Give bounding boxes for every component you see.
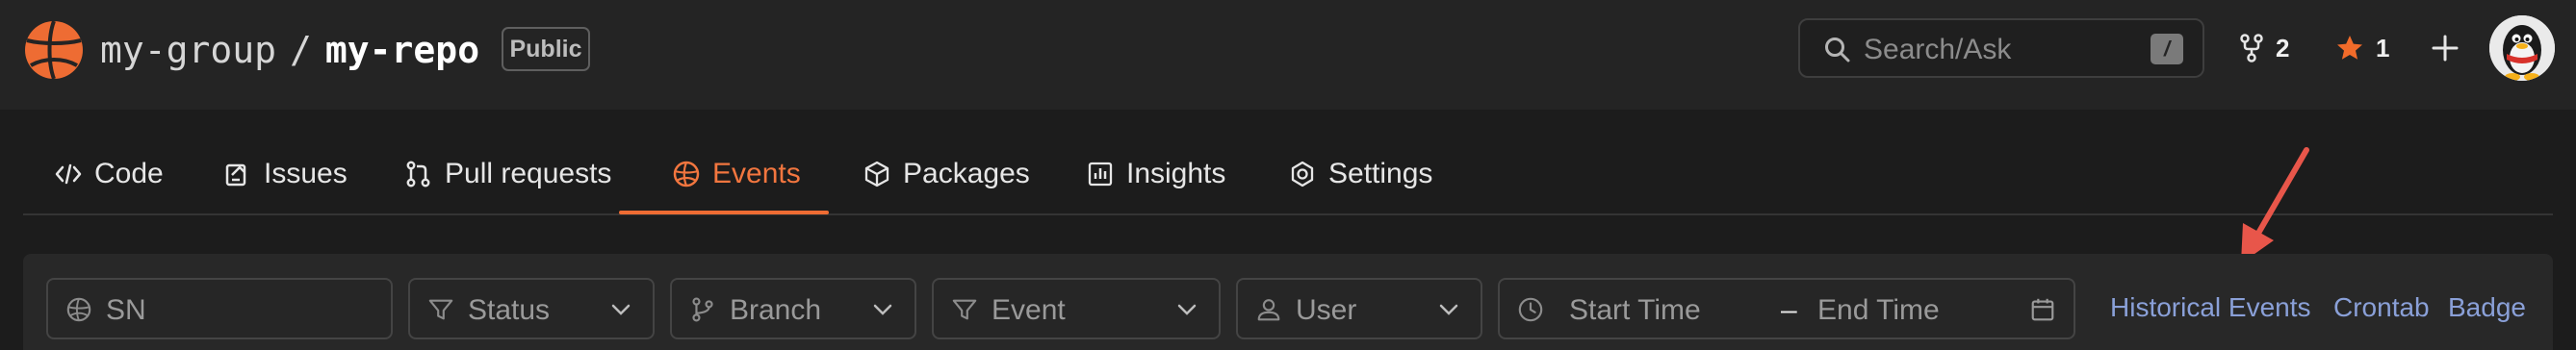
top-bar: my-group / my-repo Public Search/Ask / 2… [0,0,2576,110]
tab-insights[interactable]: Insights [1086,154,1225,223]
fork-count: 2 [2276,33,2290,62]
code-icon [55,163,82,185]
tab-code[interactable]: Code [54,154,164,223]
clock-icon [1518,297,1543,322]
historical-events-link[interactable]: Historical Events [2110,292,2311,323]
user-icon [1257,299,1280,321]
package-icon [864,161,889,188]
chevron-down-icon [1177,304,1197,315]
pull-request-icon [406,161,430,188]
search-placeholder: Search/Ask [1864,34,2012,65]
star-button[interactable]: 1 [2335,29,2389,67]
event-select[interactable]: Event [932,278,1221,339]
tab-code-label: Code [94,158,164,189]
visibility-badge: Public [502,27,590,71]
tab-issues[interactable]: Issues [223,154,348,223]
tab-settings[interactable]: Settings [1288,154,1432,223]
settings-icon [1291,161,1314,188]
calendar-icon [2031,298,2054,321]
user-select[interactable]: User [1236,278,1482,339]
breadcrumb-separator: / [290,29,312,71]
start-time-placeholder[interactable]: Start Time [1569,294,1701,327]
group-link[interactable]: my-group [100,29,276,71]
repo-tabs: Code Issues Pull requests Events Package… [23,110,2553,215]
user-avatar[interactable] [2489,15,2555,81]
tab-settings-label: Settings [1328,158,1433,189]
events-icon [673,161,700,188]
chevron-down-icon [611,304,631,315]
tab-pull-requests-label: Pull requests [445,158,612,189]
active-tab-indicator [619,211,829,214]
search-icon [1825,38,1850,62]
branch-select[interactable]: Branch [670,278,916,339]
sn-placeholder: SN [106,294,146,326]
badge-link[interactable]: Badge [2448,292,2526,323]
time-range-separator: – [1781,294,1797,326]
tab-packages-label: Packages [903,158,1030,189]
tab-insights-label: Insights [1126,158,1226,189]
star-icon [2337,36,2362,60]
fork-icon [2240,34,2263,62]
time-range-picker[interactable]: Start Time – End Time [1498,278,2075,339]
tab-issues-label: Issues [264,158,348,189]
tab-pull-requests[interactable]: Pull requests [404,154,611,223]
tab-packages[interactable]: Packages [863,154,1030,223]
repo-link[interactable]: my-repo [325,29,479,71]
create-new-icon[interactable] [2426,27,2464,69]
search-input[interactable]: Search/Ask / [1798,18,2204,78]
repo-breadcrumb: my-group / my-repo [100,23,479,77]
filter-icon [952,299,977,320]
cnb-logo-icon[interactable] [23,19,85,81]
events-icon [66,297,91,322]
status-select[interactable]: Status [408,278,655,339]
issue-icon [225,163,246,187]
star-count: 1 [2376,33,2390,62]
status-label: Status [468,294,551,326]
branch-icon [692,297,713,322]
insights-icon [1088,162,1113,187]
event-label: Event [992,294,1066,326]
end-time-placeholder[interactable]: End Time [1817,294,1940,327]
search-shortcut-key: / [2151,34,2183,64]
filter-icon [428,299,453,320]
user-label: User [1296,294,1357,326]
tab-events-label: Events [712,158,801,189]
chevron-down-icon [1439,304,1458,315]
branch-label: Branch [730,294,822,326]
chevron-down-icon [873,304,892,315]
fork-button[interactable]: 2 [2239,29,2289,67]
annotation-arrow-icon [2241,147,2309,263]
crontab-link[interactable]: Crontab [2333,292,2430,323]
penguin-avatar-icon [2489,15,2555,81]
sn-input[interactable]: SN [46,278,393,339]
